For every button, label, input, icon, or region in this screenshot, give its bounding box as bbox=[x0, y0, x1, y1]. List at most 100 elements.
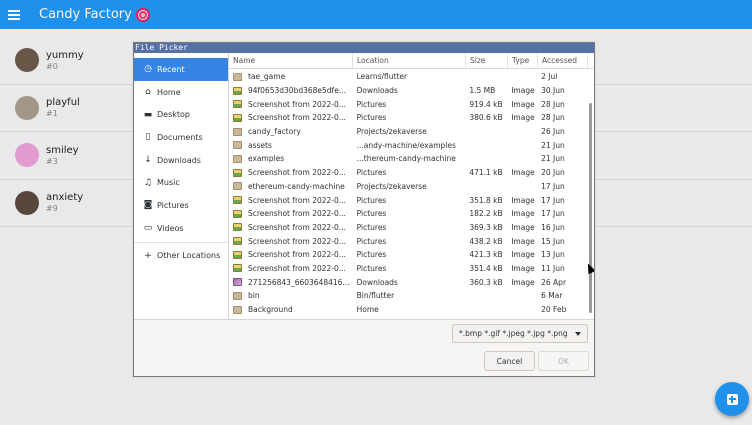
file-name: 271256843_6603648416... bbox=[248, 277, 350, 287]
file-accessed: 17 Jun bbox=[541, 195, 565, 205]
file-size: 360.3 kB bbox=[469, 277, 503, 287]
file-row[interactable]: 271256843_6603648416... Downloads 360.3 kB… bbox=[229, 275, 587, 289]
file-size: 182.2 kB bbox=[469, 209, 503, 219]
dialog-footer: *.bmp *.gif *.jpeg *.jpg *.png Cancel OK bbox=[134, 319, 594, 376]
file-row[interactable]: examples ...thereum-candy-machine 21 Jun bbox=[229, 152, 587, 166]
sidebar-item-pictures[interactable]: ◙ Pictures bbox=[134, 194, 228, 217]
file-name: Screenshot from 2022-0... bbox=[248, 168, 346, 178]
file-type-filter[interactable]: *.bmp *.gif *.jpeg *.jpg *.png bbox=[452, 324, 588, 343]
folder-icon bbox=[233, 72, 242, 81]
file-type: Image bbox=[511, 168, 535, 178]
file-rows: tae_game Learns/flutter 2 Jul 94f0653d30bd3… bbox=[229, 70, 587, 316]
sidebar-item-other-locations[interactable]: + Other Locations bbox=[134, 245, 228, 268]
folder-icon: ▬ bbox=[143, 109, 153, 120]
file-row[interactable]: Screenshot from 2022-0... Pictures 351.4 k… bbox=[229, 262, 587, 276]
file-row[interactable]: candy_factory Projects/zekaverse 26 Jun bbox=[229, 125, 587, 139]
file-row[interactable]: Screenshot from 2022-0... Pictures 421.3 k… bbox=[229, 248, 587, 262]
file-location: Projects/zekaverse bbox=[356, 127, 427, 137]
column-type[interactable]: Type bbox=[508, 53, 538, 68]
file-row[interactable]: Screenshot from 2022-0... Pictures 380.6 k… bbox=[229, 111, 587, 125]
file-row[interactable]: ethereum-candy-machine Projects/zekaverse… bbox=[229, 180, 587, 194]
file-size: 421.3 kB bbox=[469, 250, 503, 260]
folder-icon bbox=[233, 127, 242, 136]
chevron-down-icon bbox=[575, 332, 581, 336]
file-list-header: Name Location Size Type Accessed bbox=[229, 53, 594, 69]
file-location: Pictures bbox=[356, 209, 387, 219]
file-row[interactable]: 94f0653d30bd368e5dfe... Downloads 1.5 MB Im… bbox=[229, 84, 587, 98]
file-accessed: 21 Jun bbox=[541, 140, 565, 150]
sidebar-item-label: Desktop bbox=[157, 110, 190, 120]
sidebar-item-desktop[interactable]: ▬ Desktop bbox=[134, 103, 228, 126]
music-icon: ♫ bbox=[143, 177, 153, 188]
column-name[interactable]: Name bbox=[229, 53, 353, 68]
image-file-icon bbox=[233, 86, 242, 95]
sidebar-item-label: Videos bbox=[157, 223, 184, 233]
video-icon: ▭ bbox=[143, 223, 153, 234]
file-accessed: 6 Mar bbox=[541, 291, 563, 301]
document-icon: ▯ bbox=[145, 132, 151, 143]
file-size: 1.5 MB bbox=[469, 86, 496, 96]
file-type: Image bbox=[511, 113, 535, 123]
sidebar-item-documents[interactable]: ▯ Documents bbox=[134, 126, 228, 149]
cancel-button[interactable]: Cancel bbox=[484, 351, 535, 371]
file-name: Screenshot from 2022-0... bbox=[248, 263, 346, 273]
file-accessed: 28 Jun bbox=[541, 99, 565, 109]
file-row[interactable]: Screenshot from 2022-0... Pictures 919.4 k… bbox=[229, 97, 587, 111]
file-row[interactable]: Screenshot from 2022-0... Pictures 182.2 k… bbox=[229, 207, 587, 221]
file-type: Image bbox=[511, 277, 535, 287]
file-location: Pictures bbox=[356, 236, 387, 246]
file-accessed: 26 Apr bbox=[541, 277, 567, 287]
sidebar-item-label: Home bbox=[157, 87, 181, 97]
column-location[interactable]: Location bbox=[353, 53, 466, 68]
file-row[interactable]: Screenshot from 2022-0... Pictures 351.8 k… bbox=[229, 193, 587, 207]
image-file-icon bbox=[233, 168, 242, 177]
file-location: Home bbox=[356, 305, 379, 315]
sidebar-item-recent[interactable]: ◷ Recent bbox=[134, 58, 228, 81]
plus-icon: + bbox=[144, 250, 152, 261]
file-name: candy_factory bbox=[248, 127, 301, 137]
image-file-icon bbox=[233, 278, 242, 287]
image-file-icon bbox=[233, 209, 242, 218]
file-size: 438.2 kB bbox=[469, 236, 503, 246]
sidebar-item-home[interactable]: ⌂ Home bbox=[134, 81, 228, 104]
file-accessed: 28 Jun bbox=[541, 113, 565, 123]
file-name: assets bbox=[248, 140, 272, 150]
clock-icon: ◷ bbox=[144, 64, 152, 75]
file-name: Screenshot from 2022-0... bbox=[248, 236, 346, 246]
file-location: Bin/flutter bbox=[356, 291, 395, 301]
file-list: Name Location Size Type Accessed tae_gam… bbox=[229, 53, 594, 319]
folder-icon bbox=[233, 305, 242, 314]
file-name: Screenshot from 2022-0... bbox=[248, 250, 346, 260]
file-location: Pictures bbox=[356, 195, 387, 205]
ok-button[interactable]: OK bbox=[538, 351, 589, 371]
sidebar-item-videos[interactable]: ▭ Videos bbox=[134, 217, 228, 240]
folder-icon bbox=[233, 291, 242, 300]
file-size: 919.4 kB bbox=[469, 99, 503, 109]
image-file-icon bbox=[233, 100, 242, 109]
file-accessed: 11 Jun bbox=[541, 263, 565, 273]
image-file-icon bbox=[233, 196, 242, 205]
sidebar-item-downloads[interactable]: ↓ Downloads bbox=[134, 149, 228, 172]
download-icon: ↓ bbox=[144, 155, 152, 166]
file-size: 351.8 kB bbox=[469, 195, 503, 205]
column-accessed[interactable]: Accessed bbox=[538, 53, 588, 68]
file-name: bin bbox=[248, 291, 260, 301]
home-icon: ⌂ bbox=[145, 87, 151, 98]
file-size: 380.6 kB bbox=[469, 113, 503, 123]
scrollbar[interactable] bbox=[589, 103, 592, 313]
sidebar-item-music[interactable]: ♫ Music bbox=[134, 171, 228, 194]
file-row[interactable]: Background Home 20 Feb bbox=[229, 303, 587, 317]
file-row[interactable]: Screenshot from 2022-0... Pictures 471.1 k… bbox=[229, 166, 587, 180]
column-size[interactable]: Size bbox=[466, 53, 508, 68]
file-location: ...thereum-candy-machine bbox=[356, 154, 456, 164]
sidebar-item-label: Music bbox=[157, 178, 180, 188]
file-row[interactable]: Screenshot from 2022-0... Pictures 438.2 k… bbox=[229, 234, 587, 248]
file-size: 351.4 kB bbox=[469, 263, 503, 273]
file-row[interactable]: bin Bin/flutter 6 Mar bbox=[229, 289, 587, 303]
file-location: Pictures bbox=[356, 222, 387, 232]
file-location: Projects/zekaverse bbox=[356, 181, 427, 191]
file-accessed: 13 Jun bbox=[541, 250, 565, 260]
file-row[interactable]: Screenshot from 2022-0... Pictures 369.3 k… bbox=[229, 221, 587, 235]
file-accessed: 16 Jun bbox=[541, 222, 565, 232]
file-row[interactable]: assets ...andy-machine/examples 21 Jun bbox=[229, 138, 587, 152]
